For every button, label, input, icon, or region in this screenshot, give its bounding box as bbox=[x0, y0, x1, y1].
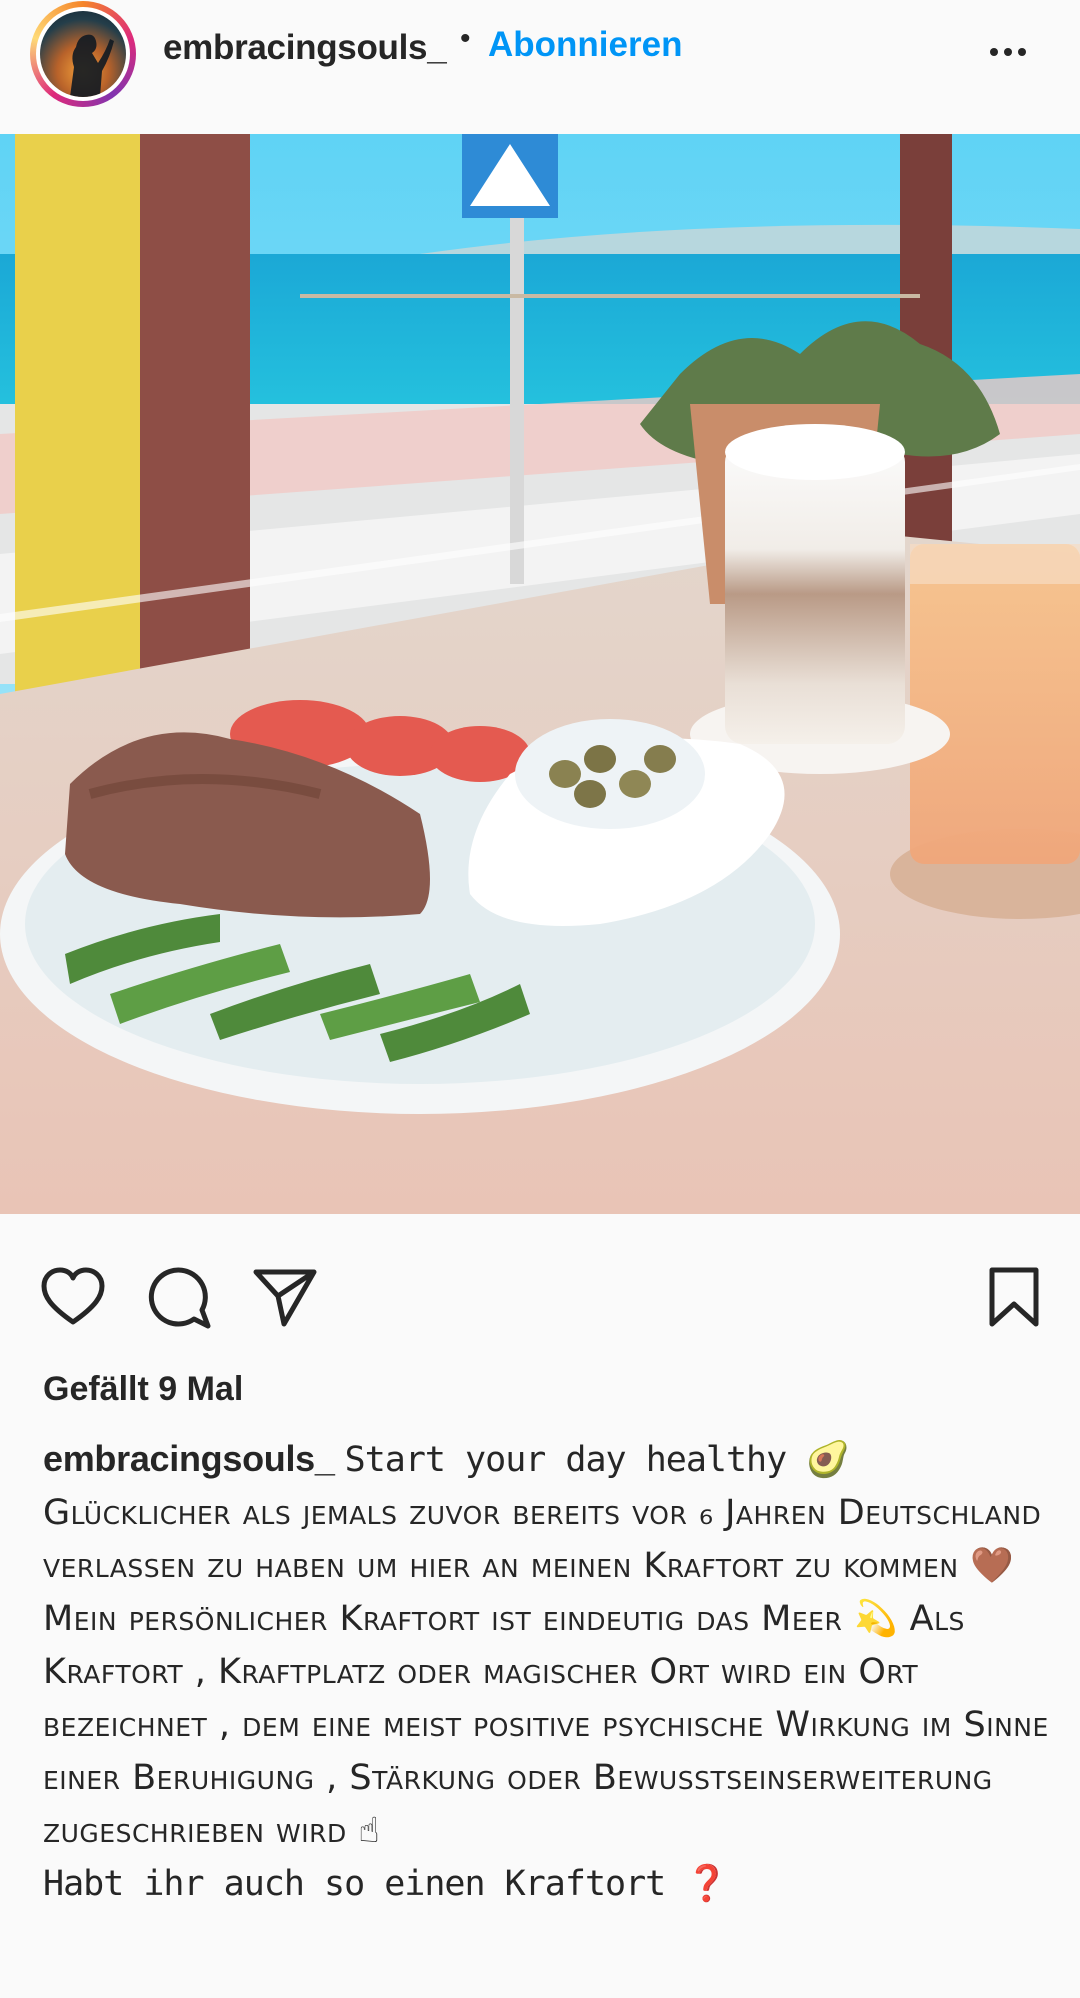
comment-icon[interactable] bbox=[146, 1264, 212, 1335]
heart-icon[interactable] bbox=[40, 1264, 106, 1335]
post-header: embracingsouls_ • Abonnieren bbox=[0, 0, 1080, 134]
caption-username[interactable]: embracingsouls_ bbox=[43, 1438, 335, 1479]
caption-line1: Start your day healthy 🥑 bbox=[344, 1440, 850, 1480]
separator-dot: • bbox=[460, 22, 471, 55]
post-image[interactable] bbox=[0, 134, 1080, 1214]
follow-button[interactable]: Abonnieren bbox=[488, 25, 682, 65]
silhouette-icon bbox=[70, 34, 114, 97]
post-username[interactable]: embracingsouls_ bbox=[163, 28, 447, 68]
more-options-icon[interactable] bbox=[984, 20, 1044, 80]
caption-paragraph1: Glücklicher als jemals zuvor bereits vor… bbox=[43, 1493, 1042, 1586]
like-count[interactable]: Gefällt 9 Mal bbox=[43, 1370, 243, 1409]
caption-last-line: Habt ihr auch so einen Kraftort ❓ bbox=[43, 1864, 729, 1904]
post-caption: embracingsouls_ Start your day healthy 🥑… bbox=[43, 1433, 1053, 1910]
avatar[interactable] bbox=[30, 1, 136, 107]
bookmark-icon[interactable] bbox=[984, 1264, 1044, 1335]
post-actions bbox=[0, 1214, 1080, 1374]
send-icon[interactable] bbox=[252, 1264, 318, 1335]
caption-paragraph2: Mein persönlicher Kraftort ist eindeutig… bbox=[43, 1599, 1049, 1851]
breakfast-photo bbox=[0, 134, 1080, 1214]
avatar-image bbox=[40, 11, 126, 97]
